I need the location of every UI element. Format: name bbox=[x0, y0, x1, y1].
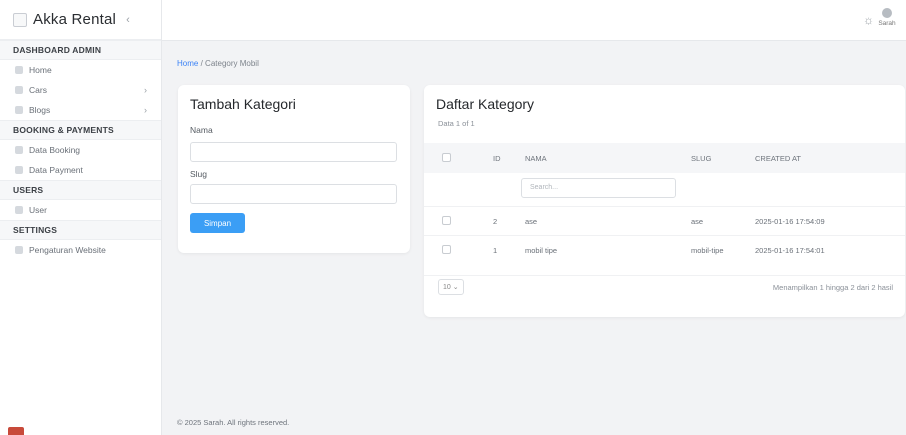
cell-created-at: 2025-01-16 17:54:09 bbox=[755, 217, 825, 226]
sidebar-item-label: Pengaturan Website bbox=[29, 245, 106, 255]
user-name: Sarah bbox=[878, 20, 896, 27]
sidebar-item-label: Data Payment bbox=[29, 165, 83, 175]
per-page-value: 10 bbox=[443, 284, 451, 291]
home-icon bbox=[15, 66, 23, 74]
sidebar-item-data-booking[interactable]: Data Booking bbox=[0, 140, 161, 160]
sidebar-item-label: Data Booking bbox=[29, 145, 81, 155]
settings-icon bbox=[15, 246, 23, 254]
sidebar-item-home[interactable]: Home bbox=[0, 60, 161, 80]
save-button[interactable]: Simpan bbox=[190, 213, 245, 233]
cell-nama: ase bbox=[525, 217, 538, 226]
column-header-nama[interactable]: NAMA bbox=[525, 154, 547, 163]
sidebar: Akka Rental ‹ DASHBOARD ADMIN Home Cars ›… bbox=[0, 0, 162, 435]
sidebar-item-cars[interactable]: Cars › bbox=[0, 80, 161, 100]
sidebar-item-label: User bbox=[29, 205, 47, 215]
car-icon bbox=[15, 86, 23, 94]
table-row: 1 mobil tipe mobil-tipe 2025-01-16 17:54… bbox=[424, 235, 905, 263]
breadcrumb: Home / Category Mobil bbox=[177, 59, 259, 68]
cell-id: 2 bbox=[493, 217, 498, 226]
section-booking-payments: BOOKING & PAYMENTS bbox=[0, 120, 161, 140]
cell-nama: mobil tipe bbox=[525, 246, 558, 255]
chevron-down-icon: ⌄ bbox=[452, 284, 459, 291]
booking-icon bbox=[15, 146, 23, 154]
cell-id: 1 bbox=[493, 246, 498, 255]
cell-slug: ase bbox=[691, 217, 704, 226]
page-footer: © 2025 Sarah. All rights reserved. bbox=[177, 418, 290, 427]
name-label: Nama bbox=[190, 125, 213, 135]
top-bar: ☼ Sarah bbox=[162, 0, 906, 41]
sidebar-item-label: Home bbox=[29, 65, 52, 75]
sidebar-item-data-payment[interactable]: Data Payment bbox=[0, 160, 161, 180]
section-settings: SETTINGS bbox=[0, 220, 161, 240]
search-input[interactable]: Search... bbox=[521, 178, 676, 198]
category-list-card: Daftar Kategory Data 1 of 1 ID NAMA SLUG… bbox=[424, 85, 905, 317]
avatar[interactable]: Sarah bbox=[876, 8, 898, 32]
pagination-info: Menampilkan 1 hingga 2 dari 2 hasil bbox=[772, 283, 893, 292]
row-checkbox[interactable] bbox=[442, 245, 451, 254]
brand: Akka Rental ‹ bbox=[0, 0, 161, 40]
cell-created-at: 2025-01-16 17:54:01 bbox=[755, 246, 825, 255]
column-header-id[interactable]: ID bbox=[493, 154, 501, 163]
slug-label: Slug bbox=[190, 169, 208, 179]
breadcrumb-separator: / bbox=[200, 59, 203, 68]
sidebar-item-user[interactable]: User bbox=[0, 200, 161, 220]
brand-title: Akka Rental bbox=[33, 11, 117, 28]
table-row: 2 ase ase 2025-01-16 17:54:09 bbox=[424, 206, 905, 234]
section-dashboard-admin: DASHBOARD ADMIN bbox=[0, 40, 161, 60]
sidebar-collapse-icon[interactable]: ‹ bbox=[126, 14, 130, 26]
chevron-right-icon: › bbox=[144, 105, 147, 115]
name-field[interactable] bbox=[190, 142, 397, 162]
list-title: Daftar Kategory bbox=[436, 96, 535, 112]
breadcrumb-current: Category Mobil bbox=[205, 59, 259, 68]
sidebar-item-label: Blogs bbox=[29, 105, 51, 115]
select-all-checkbox[interactable] bbox=[442, 153, 451, 162]
blog-icon bbox=[15, 106, 23, 114]
cell-slug: mobil-tipe bbox=[691, 246, 724, 255]
theme-toggle-icon[interactable]: ☼ bbox=[863, 13, 874, 27]
brand-logo-icon bbox=[13, 12, 27, 27]
corner-badge bbox=[8, 427, 24, 435]
row-checkbox[interactable] bbox=[442, 216, 451, 225]
section-users: USERS bbox=[0, 180, 161, 200]
user-icon bbox=[15, 206, 23, 214]
payment-icon bbox=[15, 166, 23, 174]
user-avatar-icon bbox=[882, 8, 892, 18]
column-header-created-at[interactable]: CREATED AT bbox=[755, 154, 801, 163]
per-page-select[interactable]: 10 ⌄ bbox=[438, 279, 464, 295]
slug-field[interactable] bbox=[190, 184, 397, 204]
breadcrumb-home-link[interactable]: Home bbox=[177, 59, 198, 68]
add-category-card: Tambah Kategori Nama Slug Simpan bbox=[178, 85, 410, 253]
chevron-right-icon: › bbox=[144, 85, 147, 95]
column-header-slug[interactable]: SLUG bbox=[691, 154, 711, 163]
sidebar-item-label: Cars bbox=[29, 85, 47, 95]
table-header: ID NAMA SLUG CREATED AT bbox=[424, 143, 905, 173]
sidebar-item-blogs[interactable]: Blogs › bbox=[0, 100, 161, 120]
list-subtitle: Data 1 of 1 bbox=[438, 119, 475, 128]
sidebar-item-pengaturan-website[interactable]: Pengaturan Website bbox=[0, 240, 161, 260]
table-footer: 10 ⌄ Menampilkan 1 hingga 2 dari 2 hasil bbox=[424, 275, 905, 299]
form-title: Tambah Kategori bbox=[190, 96, 296, 112]
